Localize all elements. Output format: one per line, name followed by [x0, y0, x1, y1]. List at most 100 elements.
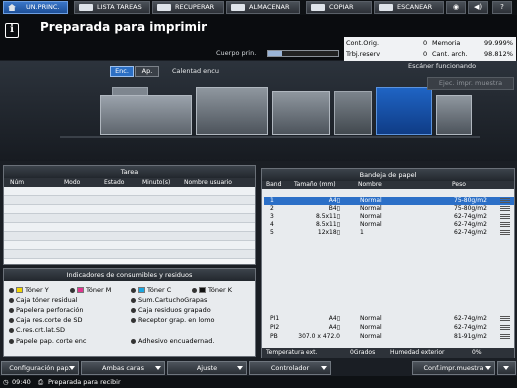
expand-button[interactable] — [497, 361, 516, 375]
col-size: Tamaño (mm) — [294, 181, 336, 188]
table-row[interactable] — [4, 250, 255, 259]
tray-row[interactable]: 4 8.5x11▯ Normal 62-74g/m2 — [264, 221, 514, 229]
humidity-label: Humedad exterior — [390, 349, 445, 356]
memoria-label: Memoria — [432, 39, 461, 47]
counter-box: Cont.Orig. 0 Memoria 99.999% Trbj.reserv… — [344, 37, 516, 61]
finisher-unit — [376, 87, 432, 135]
cuerpo-label: Cuerpo prin. — [216, 49, 257, 57]
output-tray — [436, 95, 472, 135]
ejec-impr-muestra-button[interactable]: Ejec. impr. muestra — [427, 77, 514, 90]
box-icon — [157, 4, 171, 11]
humidity-value: 0% — [472, 349, 482, 356]
col-band: Band — [266, 181, 282, 188]
ap-button[interactable]: Ap. — [135, 66, 159, 77]
tray-name: Normal — [360, 213, 382, 220]
tray-size: A4▯ — [328, 324, 340, 331]
table-row[interactable] — [4, 196, 255, 205]
tray-band: 3 — [270, 213, 274, 220]
enc-button[interactable]: Enc. — [110, 66, 134, 77]
config-pap-button[interactable]: Configuración pap. — [1, 361, 79, 375]
tray-band: 5 — [270, 229, 274, 236]
consumables-title: Indicadores de consumibles y residuos — [4, 269, 255, 281]
controlador-button[interactable]: Controlador — [249, 361, 331, 375]
tab-lista-tareas[interactable]: LISTA TAREAS — [74, 1, 150, 14]
tab-escanear[interactable]: ESCANEAR — [374, 1, 444, 14]
col-num: Núm — [10, 179, 25, 186]
tray-row[interactable]: 5 12x18▯ 1 62-74g/m2 — [264, 229, 514, 237]
status-time: 09:40 — [12, 378, 31, 386]
tray-name: Normal — [360, 333, 382, 340]
tray-weight: 75-80g/m2 — [454, 205, 487, 212]
cont-orig-label: Cont.Orig. — [346, 39, 380, 47]
status-dot-icon — [9, 297, 14, 303]
tray-row[interactable]: 3 8.5x11▯ Normal 62-74g/m2 — [264, 213, 514, 221]
tray-name: 1 — [360, 229, 364, 236]
table-row[interactable] — [4, 214, 255, 223]
tray-row[interactable]: 1 A4▯ Normal 75-80g/m2 — [264, 197, 514, 205]
tray-band: PB — [270, 333, 278, 340]
tray-band: 2 — [270, 205, 274, 212]
status-text: Preparada para recibir — [48, 378, 121, 386]
tab-copiar[interactable]: COPIAR — [306, 1, 372, 14]
tab-recuperar[interactable]: RECUPERAR — [152, 1, 224, 14]
tray-row[interactable]: PB 307.0 x 472.0 Normal 81-91g/m2 — [264, 333, 514, 341]
speaker-icon[interactable]: ◀) — [468, 1, 488, 14]
table-row[interactable] — [4, 241, 255, 250]
col-estado: Estado — [104, 179, 125, 186]
relay-unit — [334, 91, 372, 135]
paper-level-icon — [500, 316, 510, 322]
ambas-caras-button[interactable]: Ambas caras — [81, 361, 165, 375]
toner-k-indicator: Tóner K — [192, 286, 232, 295]
box-icon — [231, 4, 245, 11]
print-engine-2 — [272, 91, 330, 135]
tab-label: RECUPERAR — [175, 3, 215, 11]
chevron-down-icon — [321, 366, 327, 370]
tarea-list[interactable] — [4, 187, 255, 259]
staple-waste-indicator: Caja residuos grapado — [131, 306, 211, 315]
tray-weight: 62-74g/m2 — [454, 213, 487, 220]
chevron-down-icon — [237, 366, 243, 370]
status-dot-icon — [9, 307, 14, 313]
status-dot-icon — [9, 327, 14, 333]
chevron-down-icon — [155, 366, 161, 370]
status-dot-icon — [131, 338, 136, 344]
ajuste-button[interactable]: Ajuste — [167, 361, 247, 375]
tab-almacenar[interactable]: ALMACENAR — [226, 1, 300, 14]
tray-size: 8.5x11▯ — [315, 221, 340, 228]
col-modo: Modo — [64, 179, 81, 186]
col-weight: Peso — [452, 181, 466, 188]
table-row[interactable] — [4, 187, 255, 196]
scanner-status: Escáner funcionando — [408, 62, 477, 70]
tab-label: COPIAR — [329, 3, 354, 11]
paper-level-icon — [500, 334, 510, 340]
table-row[interactable] — [4, 223, 255, 232]
tab-label: ALMACENAR — [249, 3, 290, 11]
waste-toner-indicator: Caja tóner residual — [9, 296, 78, 305]
table-row[interactable] — [4, 205, 255, 214]
globe-icon[interactable]: ◉ — [446, 1, 466, 14]
toner-icon — [16, 287, 23, 293]
status-bar: ◷ 09:40 ⎙ Preparada para recibir — [0, 376, 517, 388]
machine-status-area — [0, 61, 517, 161]
tray-size: A4▯ — [328, 197, 340, 204]
page-title: Preparada para imprimir — [40, 20, 208, 34]
table-row[interactable] — [4, 232, 255, 241]
tray-weight: 62-74g/m2 — [454, 324, 487, 331]
tab-un-princ[interactable]: UN.PRINC. — [3, 1, 68, 14]
status-dot-icon — [70, 287, 75, 293]
temp-label: Temperatura ext. — [266, 349, 318, 356]
tray-row[interactable]: PI1 A4▯ Normal 62-74g/m2 — [264, 315, 514, 323]
tray-band: 1 — [270, 197, 274, 204]
print-engine-1 — [196, 87, 268, 135]
tray-row[interactable]: PI2 A4▯ Normal 62-74g/m2 — [264, 324, 514, 332]
tarea-header-row: Núm Modo Estado Minuto(s) Nombre usuario — [4, 178, 255, 187]
paper-level-icon — [500, 214, 510, 220]
spine-staple-receiver-indicator: Receptor grap. en lomo — [131, 316, 215, 325]
conf-impr-muestra-button[interactable]: Conf.impr.muestra — [412, 361, 495, 375]
tray-name: Normal — [360, 221, 382, 228]
help-icon[interactable]: ? — [492, 1, 512, 14]
status-dot-icon — [131, 287, 136, 293]
toner-icon — [199, 287, 206, 293]
tray-row[interactable]: 2 B4▯ Normal 75-80g/m2 — [264, 205, 514, 213]
home-icon — [8, 4, 16, 11]
